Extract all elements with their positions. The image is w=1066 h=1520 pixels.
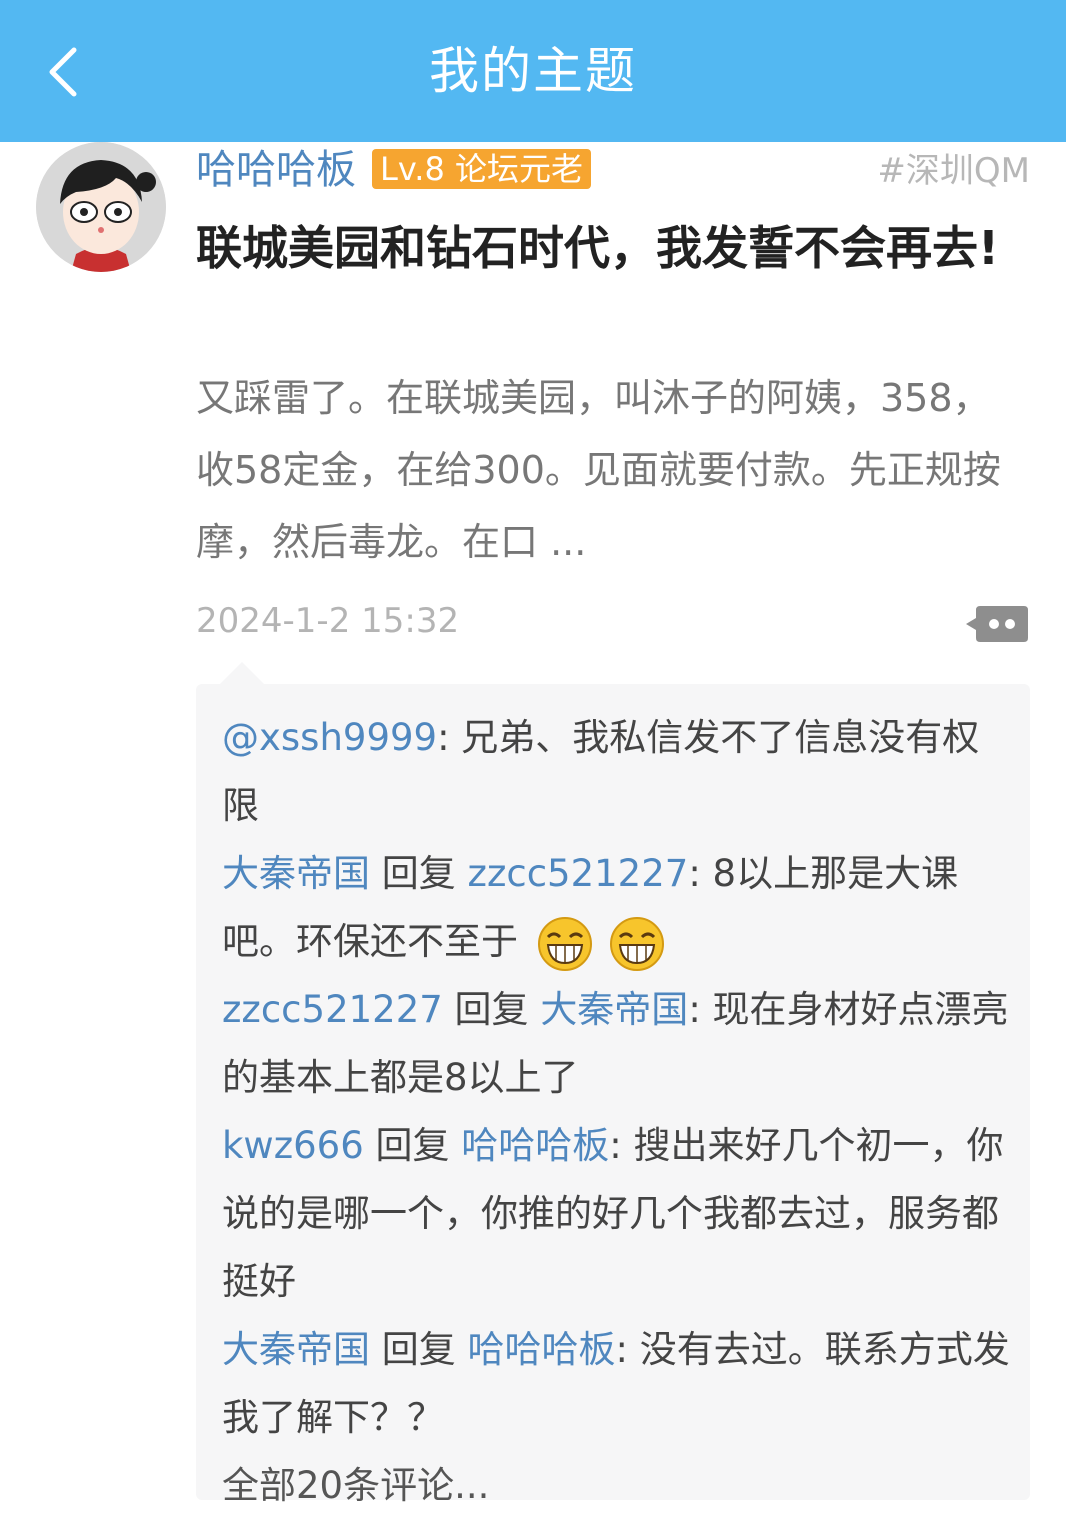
post-date: 2024-1-2 15:32 (196, 601, 460, 641)
comment-username[interactable]: kwz666 (222, 1124, 364, 1167)
top-bar: 我的主题 (0, 0, 1066, 142)
comment-item[interactable]: zzcc521227 回复 大秦帝国: 现在身材好点漂亮的基本上都是8以上了 (222, 976, 1012, 1112)
comment-username[interactable]: @xssh9999 (222, 716, 437, 759)
comment-item[interactable]: 大秦帝国 回复 哈哈哈板: 没有去过。联系方式发我了解下？？ (222, 1316, 1012, 1452)
grin-emoji-icon (537, 916, 592, 971)
grin-emoji-icon (609, 916, 664, 971)
comment-item[interactable]: 大秦帝国 回复 zzcc521227: 8以上那是大课吧。环保还不至于 (222, 840, 1012, 976)
comments-panel: @xssh9999: 兄弟、我私信发不了信息没有权限 大秦帝国 回复 zzcc5… (196, 684, 1030, 1507)
author-name[interactable]: 哈哈哈板 (196, 142, 356, 198)
reply-target[interactable]: 大秦帝国 (540, 988, 688, 1031)
comment-item[interactable]: @xssh9999: 兄弟、我私信发不了信息没有权限 (222, 704, 1012, 840)
post-excerpt[interactable]: 又踩雷了。在联城美园，叫沐子的阿姨，358，收58定金，在给300。见面就要付款… (196, 362, 1026, 578)
all-comments-link[interactable]: 全部20条评论... (222, 1452, 1012, 1520)
avatar[interactable] (36, 142, 166, 272)
comments-pointer (220, 662, 264, 684)
comment-item[interactable]: kwz666 回复 哈哈哈板: 搜出来好几个初一，你说的是哪一个，你推的好几个我… (222, 1112, 1012, 1316)
reply-word: 回复 (442, 988, 541, 1031)
reply-word: 回复 (363, 1124, 462, 1167)
post-title[interactable]: 联城美园和钻石时代，我发誓不会再去! (196, 214, 1026, 282)
reply-word: 回复 (370, 852, 468, 895)
page-title: 我的主题 (429, 42, 637, 100)
comment-username[interactable]: 大秦帝国 (222, 1328, 370, 1371)
reply-target[interactable]: 哈哈哈板 (461, 1124, 609, 1167)
cartoon-face-icon (36, 142, 166, 272)
comment-bubble-icon[interactable] (966, 604, 1028, 644)
reply-target[interactable]: 哈哈哈板 (468, 1328, 616, 1371)
reply-target[interactable]: zzcc521227 (468, 852, 689, 895)
level-badge: Lv.8 论坛元老 (372, 149, 591, 189)
comment-username[interactable]: 大秦帝国 (222, 852, 370, 895)
location-tag[interactable]: #深圳QM (877, 146, 1030, 196)
reply-word: 回复 (370, 1328, 468, 1371)
comment-username[interactable]: zzcc521227 (222, 988, 443, 1031)
